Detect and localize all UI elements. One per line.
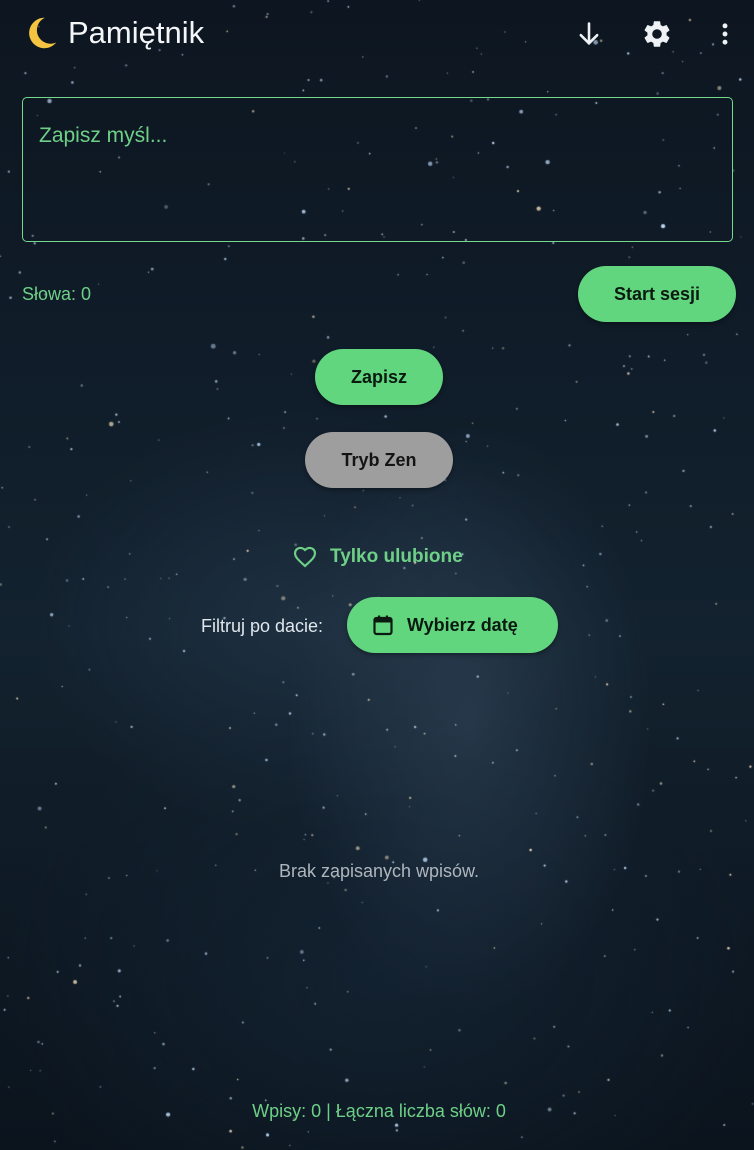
- more-vert-icon: [722, 23, 728, 45]
- start-session-button[interactable]: Start sesji: [578, 266, 736, 322]
- more-options-button[interactable]: [705, 14, 745, 54]
- gear-icon: [644, 21, 670, 47]
- app-title: Pamiętnik: [22, 14, 204, 52]
- favorites-only-label: Tylko ulubione: [330, 546, 463, 567]
- empty-entries-message: Brak zapisanych wpisów.: [278, 861, 480, 881]
- app-title-text: Pamiętnik: [68, 15, 205, 50]
- date-filter-label: Filtruj po dacie:: [201, 616, 324, 636]
- settings-button[interactable]: [637, 14, 677, 54]
- heart-outline-icon: [293, 546, 317, 568]
- thought-input-container: [22, 97, 733, 242]
- pick-date-button[interactable]: Wybierz datę: [347, 597, 558, 653]
- thought-input[interactable]: [23, 98, 732, 241]
- zen-mode-button[interactable]: Tryb Zen: [305, 432, 453, 488]
- download-arrow-icon: [579, 22, 599, 45]
- save-button[interactable]: Zapisz: [315, 349, 443, 405]
- app-bar: Pamiętnik: [0, 0, 754, 68]
- stats-footer: Wpisy: 0 | Łączna liczba słów: 0: [252, 1101, 506, 1121]
- download-button[interactable]: [569, 14, 609, 54]
- pick-date-label: Wybierz datę: [407, 614, 518, 635]
- word-count: Słowa: 0: [22, 284, 92, 304]
- calendar-icon: [373, 615, 393, 636]
- favorites-only-toggle[interactable]: Tylko ulubione: [292, 544, 463, 570]
- moon-icon: [29, 17, 57, 49]
